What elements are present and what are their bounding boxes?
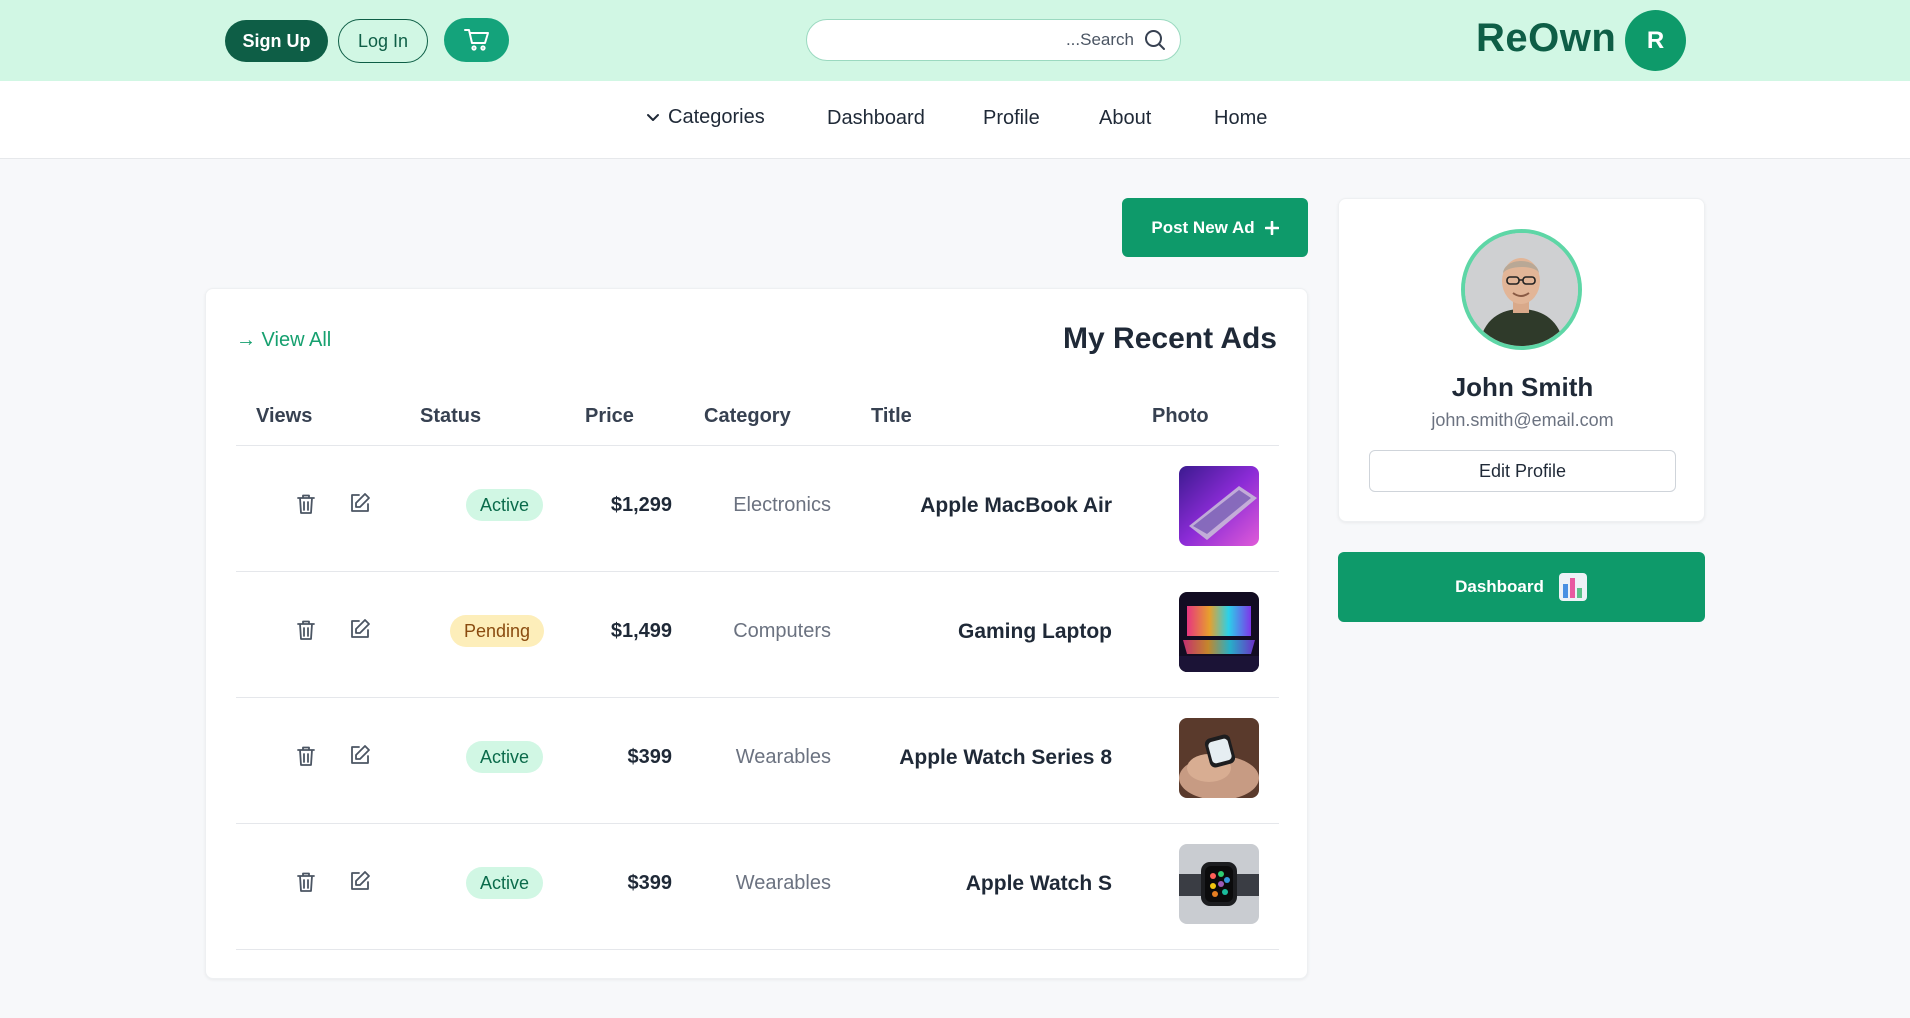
profile-avatar[interactable] <box>1461 229 1582 350</box>
nav-about[interactable]: About <box>1099 107 1151 130</box>
nav-profile[interactable]: Profile <box>983 107 1040 130</box>
category-cell: Wearables <box>735 872 831 894</box>
price-cell: $1,499 <box>610 620 672 642</box>
table-row: Active $399 Wearables Apple Watch Series… <box>236 698 1279 824</box>
trash-icon[interactable] <box>296 619 316 641</box>
card-title: My Recent Ads <box>1063 322 1277 355</box>
table-row: Active $399 Wearables Apple Watch S <box>236 824 1279 950</box>
search-input[interactable]: ...Search <box>806 19 1181 61</box>
search-placeholder: ...Search <box>1065 30 1134 49</box>
nav-categories[interactable]: Categories <box>646 106 765 129</box>
column-header-category: Category <box>704 405 791 427</box>
title-cell[interactable]: Apple Watch S <box>966 872 1112 896</box>
cart-icon <box>463 29 489 51</box>
title-cell[interactable]: Apple Watch Series 8 <box>899 746 1112 770</box>
title-cell[interactable]: Gaming Laptop <box>958 620 1112 644</box>
category-cell: Electronics <box>733 494 831 516</box>
dashboard-button[interactable]: Dashboard <box>1338 552 1705 622</box>
plus-icon <box>1264 220 1279 235</box>
column-header-title: Title <box>871 405 912 427</box>
status-badge: Pending <box>450 615 545 647</box>
price-cell: $399 <box>627 746 673 768</box>
recent-ads-card: → View All My Recent Ads Views Status Pr… <box>205 288 1308 979</box>
bar-chart-icon <box>1558 573 1587 601</box>
main-nav: Categories Dashboard Profile About Home <box>0 81 1910 159</box>
column-header-price: Price <box>585 405 634 427</box>
column-header-photo: Photo <box>1152 405 1209 427</box>
status-badge: Active <box>466 489 544 521</box>
top-header: Sign Up Log In ...Search ReOwn R <box>0 0 1910 81</box>
log-in-button[interactable]: Log In <box>338 19 428 63</box>
edit-icon[interactable] <box>349 870 371 892</box>
category-cell: Wearables <box>735 746 831 768</box>
watch-series-thumbnail[interactable] <box>1179 718 1259 798</box>
nav-dashboard[interactable]: Dashboard <box>827 107 925 130</box>
macbook-thumbnail[interactable] <box>1179 466 1259 546</box>
cart-button[interactable] <box>444 18 509 62</box>
post-new-ad-label: Post New Ad <box>1151 217 1255 237</box>
nav-categories-label: Categories <box>668 106 765 128</box>
table-row: Pending $1,499 Computers Gaming Laptop <box>236 572 1279 698</box>
chevron-down-icon <box>647 113 659 121</box>
trash-icon[interactable] <box>296 493 316 515</box>
edit-profile-button[interactable]: Edit Profile <box>1369 450 1676 492</box>
watch-s-thumbnail[interactable] <box>1179 844 1259 924</box>
sign-up-button[interactable]: Sign Up <box>225 20 328 62</box>
trash-icon[interactable] <box>296 871 316 893</box>
status-badge: Active <box>466 867 544 899</box>
table-row: Active $1,299 Electronics Apple MacBook … <box>236 446 1279 572</box>
gaming-laptop-thumbnail[interactable] <box>1179 592 1259 672</box>
price-cell: $1,299 <box>610 494 672 516</box>
search-icon[interactable] <box>1144 29 1166 51</box>
edit-icon[interactable] <box>349 492 371 514</box>
trash-icon[interactable] <box>296 745 316 767</box>
view-all-link[interactable]: → View All <box>236 329 331 352</box>
dashboard-button-label: Dashboard <box>1455 577 1544 596</box>
column-header-views: Views <box>256 405 313 427</box>
edit-icon[interactable] <box>349 744 371 766</box>
profile-email: john.smith@email.com <box>1431 410 1614 430</box>
profile-name: John Smith <box>1451 372 1594 402</box>
profile-card: John Smith john.smith@email.com Edit Pro… <box>1338 198 1705 522</box>
edit-icon[interactable] <box>349 618 371 640</box>
category-cell: Computers <box>733 620 831 642</box>
price-cell: $399 <box>627 872 673 894</box>
post-new-ad-button[interactable]: Post New Ad <box>1122 198 1308 257</box>
title-cell[interactable]: Apple MacBook Air <box>920 494 1112 518</box>
column-header-status: Status <box>420 405 482 427</box>
status-badge: Active <box>466 741 544 773</box>
user-avatar[interactable]: R <box>1625 10 1686 71</box>
brand-logo[interactable]: ReOwn <box>1476 16 1616 61</box>
nav-home[interactable]: Home <box>1214 107 1267 130</box>
